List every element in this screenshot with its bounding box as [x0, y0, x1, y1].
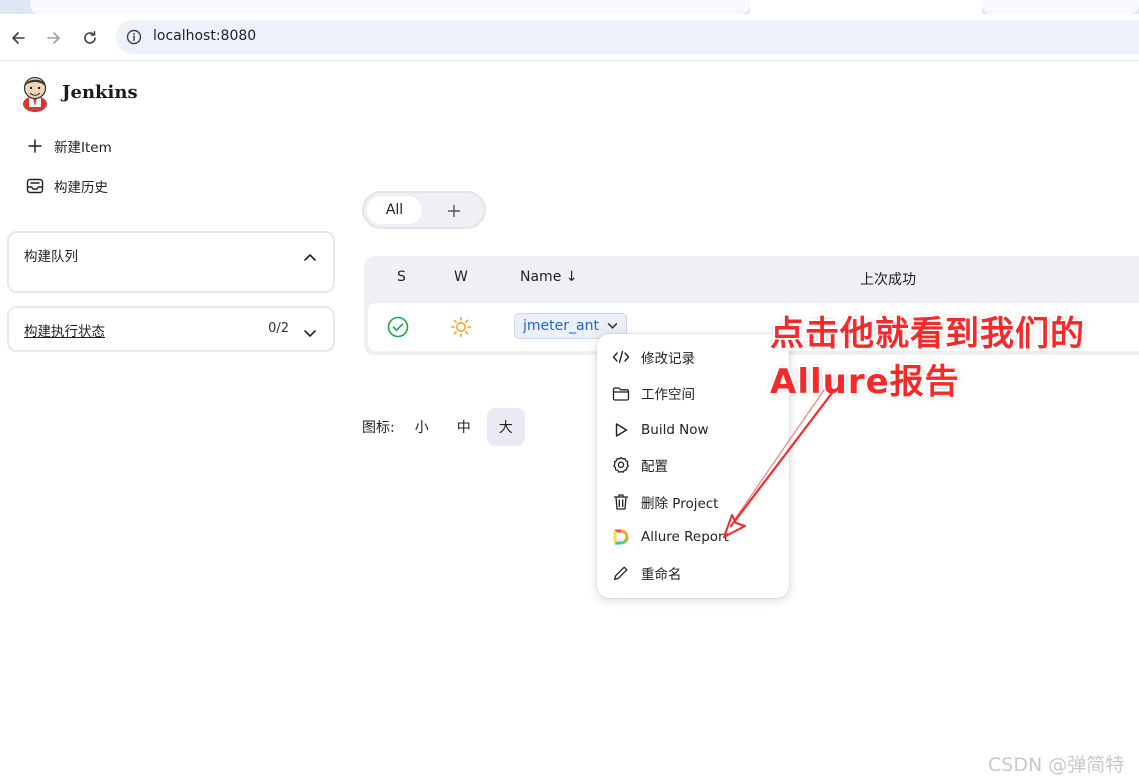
- trash-icon: [611, 492, 631, 512]
- job-context-menu: 修改记录 工作空间 Build Now 配置 删除 Project Allure…: [597, 334, 789, 598]
- pencil-icon: [611, 563, 631, 583]
- icon-size-large[interactable]: 大: [486, 408, 525, 446]
- info-icon[interactable]: [126, 29, 142, 49]
- chevron-down-icon[interactable]: [303, 324, 317, 343]
- annotation-text-line1: 点击他就看到我们的: [770, 314, 1085, 354]
- executor-status-link[interactable]: 构建执行状态: [24, 320, 105, 340]
- url-text[interactable]: localhost:8080: [153, 28, 256, 44]
- plus-icon: [24, 135, 46, 157]
- view-tabs: All: [362, 191, 486, 229]
- executor-status-panel: 构建执行状态 0/2: [7, 306, 335, 352]
- menu-item-allure-report[interactable]: Allure Report: [611, 525, 729, 549]
- add-view-button[interactable]: [442, 199, 466, 223]
- column-header-last-success[interactable]: 上次成功: [860, 269, 916, 289]
- success-check-icon: [387, 316, 409, 342]
- menu-item-workspace[interactable]: 工作空间: [611, 381, 695, 405]
- icon-size-selector: 图标: 小 中 大: [362, 408, 525, 446]
- new-item-label: 新建Item: [54, 140, 112, 156]
- jenkins-logo-icon[interactable]: [20, 74, 50, 112]
- forward-button[interactable]: [42, 26, 66, 50]
- annotation-arrow-icon: [723, 389, 834, 538]
- menu-item-label: Allure Report: [641, 529, 729, 545]
- back-button[interactable]: [6, 26, 30, 50]
- build-queue-panel: 构建队列: [7, 231, 335, 293]
- executor-count: 0/2: [268, 321, 289, 336]
- menu-item-delete[interactable]: 删除 Project: [611, 490, 718, 514]
- reload-icon: [84, 31, 96, 44]
- menu-item-configure[interactable]: 配置: [611, 453, 668, 477]
- menu-item-rename[interactable]: 重命名: [611, 561, 682, 585]
- build-history-label: 构建历史: [54, 180, 108, 196]
- icon-size-medium[interactable]: 中: [445, 408, 483, 446]
- column-header-name[interactable]: Name ↓: [520, 269, 577, 285]
- menu-item-build-now[interactable]: Build Now: [611, 418, 709, 442]
- arrow-right-icon: [47, 32, 60, 44]
- browser-tab[interactable]: [982, 0, 1139, 14]
- gear-icon: [611, 455, 631, 475]
- menu-item-label: 工作空间: [641, 387, 695, 403]
- menu-item-changes[interactable]: 修改记录: [611, 345, 695, 369]
- menu-item-label: 配置: [641, 459, 668, 475]
- job-name[interactable]: jmeter_ant: [523, 318, 599, 334]
- menu-item-label: Build Now: [641, 422, 709, 438]
- build-history-link[interactable]: 构建历史: [24, 175, 108, 197]
- icon-size-label: 图标:: [362, 420, 395, 436]
- sun-icon: [450, 316, 472, 342]
- chevron-up-icon[interactable]: [303, 247, 317, 266]
- browser-tab-strip: [0, 0, 1139, 14]
- new-item-link[interactable]: 新建Item: [24, 135, 112, 157]
- watermark: CSDN @弹简特: [988, 754, 1125, 776]
- arrow-left-icon: [12, 32, 25, 44]
- icon-size-small[interactable]: 小: [403, 408, 441, 446]
- code-icon: [611, 347, 631, 367]
- address-bar[interactable]: localhost:8080: [116, 20, 1139, 54]
- column-header-weather[interactable]: W: [454, 269, 468, 285]
- chevron-down-icon[interactable]: [607, 322, 618, 330]
- tab-all[interactable]: All: [367, 196, 422, 224]
- folder-icon: [611, 383, 631, 403]
- column-header-status[interactable]: S: [397, 269, 406, 285]
- reload-button[interactable]: [78, 26, 102, 50]
- browser-tab-active[interactable]: [750, 0, 982, 14]
- menu-item-label: 重命名: [641, 567, 682, 583]
- plus-icon: [447, 204, 461, 218]
- menu-item-label: 删除 Project: [641, 496, 719, 512]
- play-icon: [611, 420, 631, 440]
- inbox-icon: [24, 175, 46, 197]
- brand-name[interactable]: Jenkins: [62, 82, 138, 103]
- browser-tab[interactable]: [30, 0, 750, 14]
- menu-item-label: 修改记录: [641, 351, 695, 367]
- annotation-text-line2: Allure报告: [770, 362, 960, 402]
- build-queue-title: 构建队列: [24, 249, 78, 265]
- browser-toolbar: localhost:8080: [0, 14, 1139, 61]
- allure-logo-icon: [611, 527, 631, 547]
